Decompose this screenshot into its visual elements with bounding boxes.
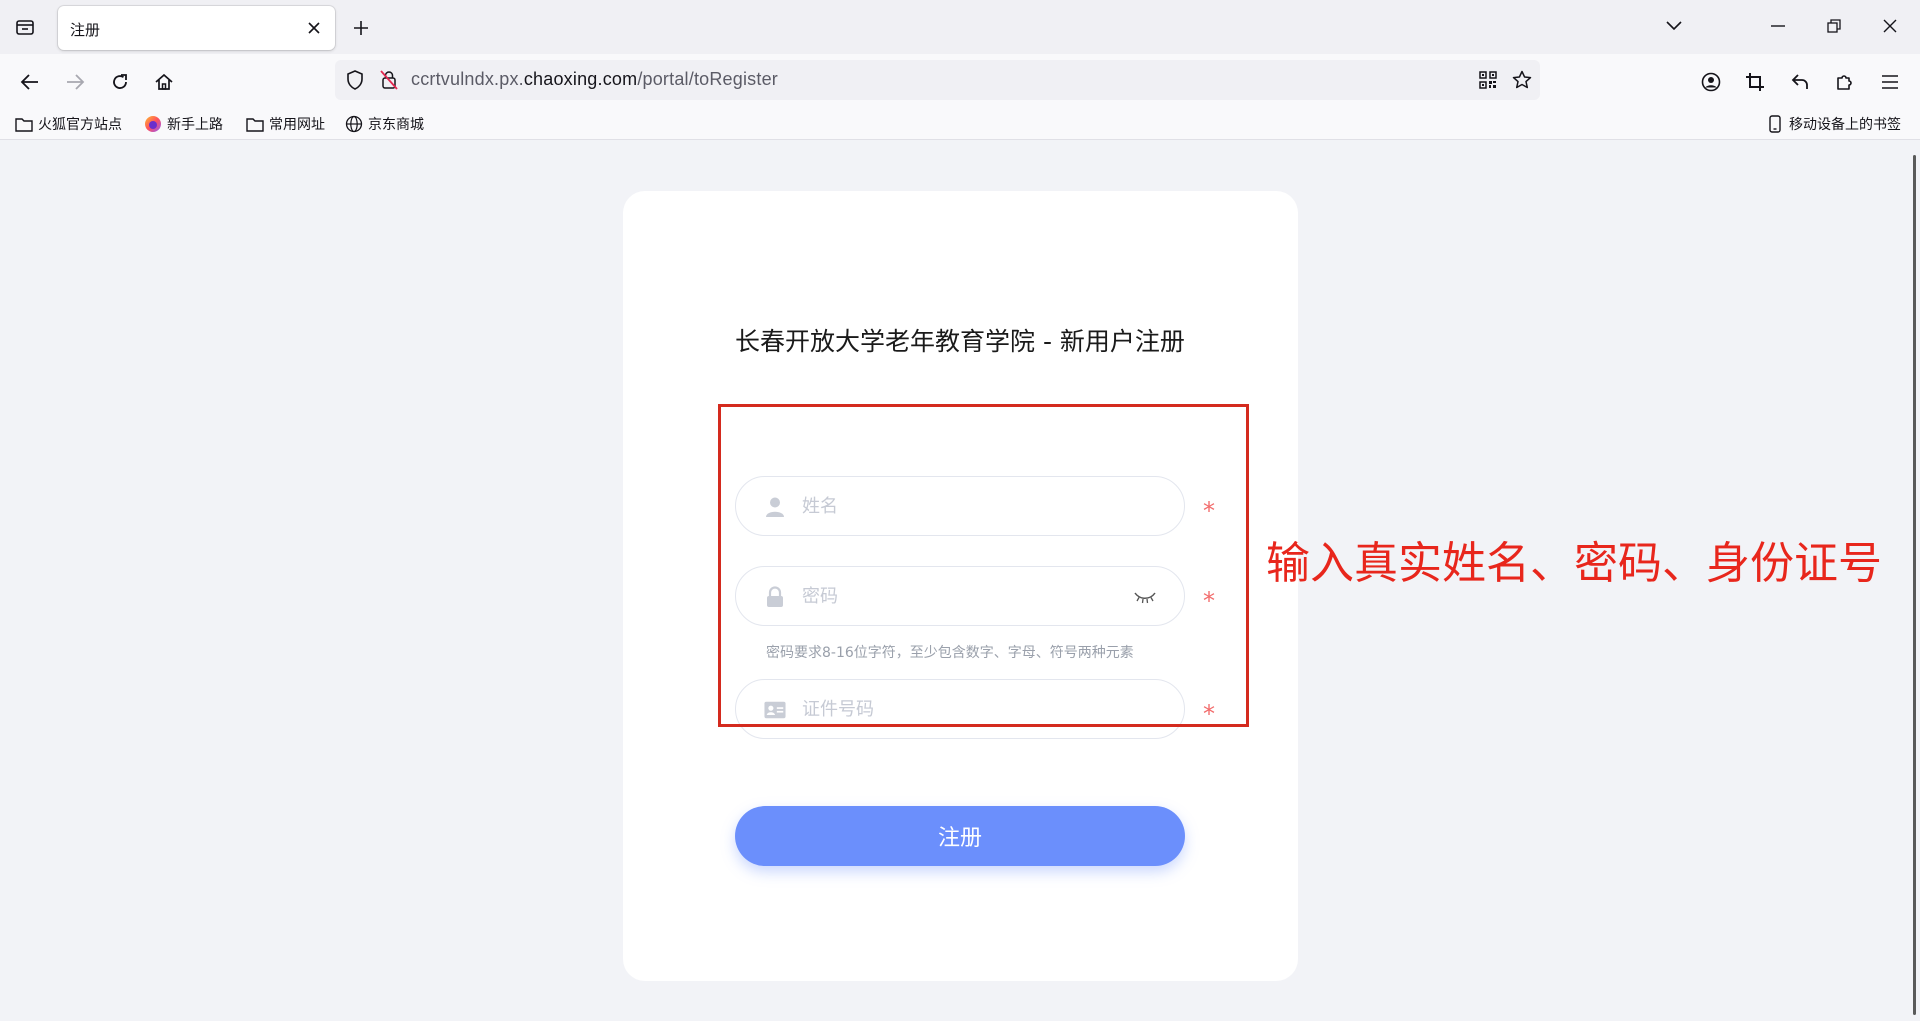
bookmark-item[interactable]: 火狐官方站点: [15, 113, 122, 135]
forward-arrow-icon[interactable]: [60, 67, 90, 97]
tab-bar: 注册: [0, 0, 1920, 54]
bookmark-label: 新手上路: [167, 117, 223, 133]
bookmark-item[interactable]: 常用网址: [246, 113, 325, 135]
home-icon[interactable]: [149, 67, 179, 97]
mobile-bookmarks[interactable]: 移动设备上的书签: [1766, 113, 1901, 135]
list-all-tabs-icon[interactable]: [12, 15, 38, 39]
screenshot-crop-icon[interactable]: [1740, 67, 1770, 97]
active-tab[interactable]: 注册: [58, 6, 335, 50]
restore-button[interactable]: [1818, 12, 1850, 40]
page-scrollbar[interactable]: [1913, 155, 1916, 1015]
url-text[interactable]: ccrtvulndx.px.chaoxing.com/portal/toRegi…: [411, 69, 778, 90]
new-tab-button[interactable]: [347, 14, 375, 42]
navigation-toolbar: ccrtvulndx.px.chaoxing.com/portal/toRegi…: [0, 54, 1920, 108]
account-icon[interactable]: [1696, 67, 1726, 97]
annotation-highlight-box: [718, 404, 1249, 727]
tab-title: 注册: [70, 21, 101, 39]
bookmark-label: 京东商城: [368, 117, 424, 133]
mobile-device-icon: [1766, 115, 1784, 133]
bookmark-item[interactable]: 京东商城: [345, 113, 424, 135]
back-arrow-icon[interactable]: [15, 67, 45, 97]
url-host-domain: chaoxing.com: [523, 69, 638, 89]
globe-icon: [345, 115, 363, 133]
tracking-shield-icon[interactable]: [343, 68, 367, 92]
page-content: 长春开放大学老年教育学院 - 新用户注册 * * 密码要求8-16位字符，至少包…: [0, 141, 1920, 1021]
mobile-bookmarks-label: 移动设备上的书签: [1789, 117, 1901, 133]
bookmarks-toolbar: 火狐官方站点 新手上路 常用网址 京东商城 移动设备上的书签: [0, 108, 1920, 140]
url-host-prefix: ccrtvulndx.px.: [411, 69, 524, 89]
register-button[interactable]: 注册: [735, 806, 1185, 866]
url-bar[interactable]: ccrtvulndx.px.chaoxing.com/portal/toRegi…: [335, 60, 1540, 100]
insecure-lock-icon[interactable]: [377, 68, 401, 92]
firefox-icon: [144, 115, 162, 133]
bookmark-label: 火狐官方站点: [38, 117, 122, 133]
menu-hamburger-icon[interactable]: [1875, 67, 1905, 97]
page-title: 长春开放大学老年教育学院 - 新用户注册: [735, 327, 1185, 356]
close-window-button[interactable]: [1874, 12, 1906, 40]
bookmark-star-icon[interactable]: [1510, 68, 1534, 92]
reload-icon[interactable]: [105, 67, 135, 97]
bookmark-label: 常用网址: [269, 117, 325, 133]
bookmark-item[interactable]: 新手上路: [144, 113, 223, 135]
close-icon[interactable]: [303, 17, 325, 39]
folder-icon: [246, 115, 264, 133]
undo-arrow-icon[interactable]: [1785, 67, 1815, 97]
extensions-puzzle-icon[interactable]: [1830, 67, 1860, 97]
tab-overflow-chevron-down-icon[interactable]: [1658, 12, 1690, 40]
annotation-text: 输入真实姓名、密码、身份证号: [1266, 538, 1882, 589]
url-path: /portal/toRegister: [637, 69, 778, 89]
qr-code-icon[interactable]: [1476, 68, 1500, 92]
minimize-button[interactable]: [1762, 12, 1794, 40]
folder-icon: [15, 115, 33, 133]
